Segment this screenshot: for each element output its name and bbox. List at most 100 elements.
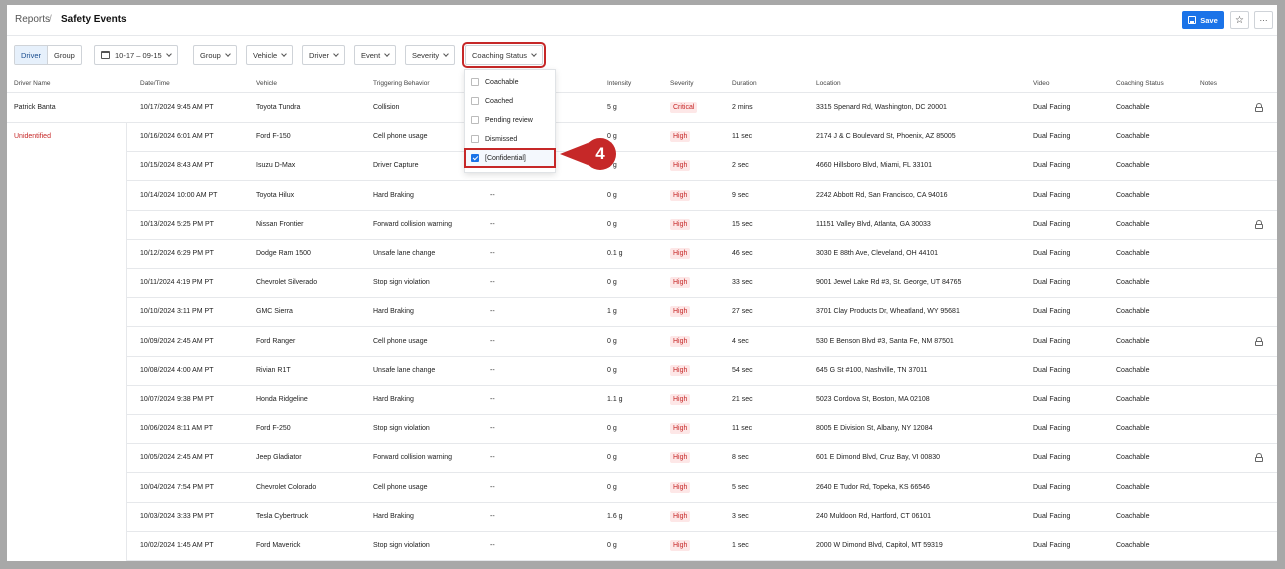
table-row[interactable]: 10/09/2024 2:45 AM PT Ford Ranger Cell pho… [7,328,1277,357]
toggle-driver[interactable]: Driver [15,46,48,64]
table-row[interactable]: Unidentified 10/16/2024 6:01 AM PT Ford F-… [7,123,1277,153]
cell-coaching-status: Coachable [1116,337,1150,345]
col-location[interactable]: Location [816,80,841,87]
vehicle-filter[interactable]: Vehicle [246,45,294,65]
cell-placeholder: -- [490,425,495,433]
cell-coaching-status: Coachable [1116,279,1150,287]
col-driver-name[interactable]: Driver Name [14,80,50,87]
checkbox[interactable] [471,78,479,86]
cell-intensity: 0 g [607,191,617,199]
option-label: Coached [485,97,514,105]
chevron-down-icon [333,50,339,57]
event-filter[interactable]: Event [354,45,397,65]
table-row[interactable]: 10/15/2024 8:43 AM PT Isuzu D-Max Driver C… [7,152,1277,182]
table-row[interactable]: 10/08/2024 4:00 AM PT Rivian R1T Unsafe la… [7,357,1277,386]
breadcrumb-reports-link[interactable]: Reports [15,14,50,25]
cell-placeholder: -- [490,250,495,257]
checkbox-checked[interactable] [471,154,479,162]
cell-location: 11151 Valley Blvd, Atlanta, GA 30033 [816,220,931,228]
cell-video: Dual Facing [1033,396,1071,403]
lock-icon [1255,219,1263,229]
severity-filter-label: Severity [412,50,440,60]
col-datetime[interactable]: Date/Time [140,80,170,87]
cell-location: 2242 Abbott Rd, San Francisco, CA 94016 [816,191,948,199]
cell-coaching-status: Coachable [1116,483,1150,491]
cell-datetime: 10/03/2024 3:33 PM PT [140,512,214,520]
toggle-group[interactable]: Group [48,46,81,64]
cell-video: Dual Facing [1033,337,1071,345]
col-severity[interactable]: Severity [670,80,693,87]
favorite-button[interactable]: ☆ [1230,11,1249,29]
table-row[interactable]: 10/14/2024 10:00 AM PT Toyota Hilux Hard B… [7,182,1277,211]
severity-badge: High [670,452,691,464]
cell-placeholder: -- [490,279,495,287]
cell-datetime: 10/05/2024 2:45 AM PT [140,454,214,462]
cell-coaching-status: Coachable [1116,191,1150,199]
cell-datetime: 10/17/2024 9:45 AM PT [140,104,214,111]
save-button[interactable]: Save [1182,11,1224,29]
cell-triggering-behavior: Hard Braking [373,191,414,199]
checkbox[interactable] [471,135,479,143]
cell-video: Dual Facing [1033,191,1071,199]
cell-duration: 4 sec [732,337,749,345]
cell-location: 8005 E Division St, Albany, NY 12084 [816,425,933,433]
cell-duration: 1 sec [732,542,749,549]
table-row[interactable]: 10/02/2024 1:45 AM PT Ford Maverick Stop s… [7,532,1277,561]
table-row[interactable]: 10/05/2024 2:45 AM PT Jeep Gladiator Forwa… [7,444,1277,474]
cell-location: 4660 Hillsboro Blvd, Miami, FL 33101 [816,162,933,170]
more-icon: ··· [1259,15,1268,25]
col-vehicle[interactable]: Vehicle [256,80,277,87]
cell-vehicle: Rivian R1T [256,366,291,374]
cell-video: Dual Facing [1033,483,1071,491]
date-range-filter[interactable]: 10-17 – 09-15 [94,45,178,65]
step-number-badge: 4 [584,138,616,170]
table-row[interactable]: 10/03/2024 3:33 PM PT Tesla Cybertruck Har… [7,503,1277,532]
view-toggle: Driver Group [14,45,82,65]
severity-filter[interactable]: Severity [405,45,456,65]
cell-duration: 15 sec [732,220,753,228]
col-intensity[interactable]: Intensity [607,80,631,87]
cell-coaching-status: Coachable [1116,454,1150,462]
table-row[interactable]: 10/13/2024 5:25 PM PT Nissan Frontier Forw… [7,211,1277,240]
coaching-status-filter[interactable]: Coaching Status [461,42,547,68]
severity-badge: High [670,248,691,259]
col-duration[interactable]: Duration [732,80,757,87]
cell-vehicle: Ford F-250 [256,425,291,433]
option-coached[interactable]: Coached [465,92,555,110]
cell-vehicle: Nissan Frontier [256,220,304,228]
table-row[interactable]: 10/12/2024 6:29 PM PT Dodge Ram 1500 Unsaf… [7,240,1277,269]
chevron-down-icon [225,50,231,57]
cell-coaching-status: Coachable [1116,542,1150,549]
cell-placeholder: -- [490,337,495,345]
option-pending-review[interactable]: Pending review [465,111,555,129]
checkbox[interactable] [471,116,479,124]
table-row[interactable]: 10/04/2024 7:54 PM PT Chevrolet Colorado C… [7,474,1277,503]
table-row[interactable]: 10/06/2024 8:11 AM PT Ford F-250 Stop sign… [7,415,1277,445]
group-filter[interactable]: Group [193,45,237,65]
col-coaching-status[interactable]: Coaching Status [1116,80,1164,87]
cell-intensity: 1.1 g [607,396,623,403]
severity-badge: High [670,394,691,405]
driver-filter[interactable]: Driver [302,45,345,65]
cell-triggering-behavior: Unsafe lane change [373,366,436,374]
option-dismissed[interactable]: Dismissed [465,130,555,148]
col-triggering-behavior[interactable]: Triggering Behavior [373,80,429,87]
cell-location: 2174 J & C Boulevard St, Phoenix, AZ 850… [816,133,956,141]
cell-coaching-status: Coachable [1116,162,1150,170]
cell-coaching-status: Coachable [1116,308,1150,316]
table-row[interactable]: 10/11/2024 4:19 PM PT Chevrolet Silverado… [7,269,1277,299]
col-video[interactable]: Video [1033,80,1050,87]
cell-location: 3030 E 88th Ave, Cleveland, OH 44101 [816,250,939,257]
table-row[interactable]: Patrick Banta 10/17/2024 9:45 AM PT Toyota… [7,94,1277,123]
cell-intensity: 0 g [607,542,617,549]
calendar-icon [101,51,110,59]
table-row[interactable]: 10/07/2024 9:38 PM PT Honda Ridgeline Hard… [7,386,1277,415]
col-notes[interactable]: Notes [1200,80,1217,87]
more-options-button[interactable]: ··· [1254,11,1273,29]
checkbox[interactable] [471,97,479,105]
table-row[interactable]: 10/10/2024 3:11 PM PT GMC Sierra Hard Brak… [7,298,1277,328]
option-confidential[interactable]: [Confidential] [464,148,556,168]
option-label: Coachable [485,78,519,86]
option-coachable[interactable]: Coachable [465,73,555,91]
cell-intensity: 0 g [607,425,617,433]
